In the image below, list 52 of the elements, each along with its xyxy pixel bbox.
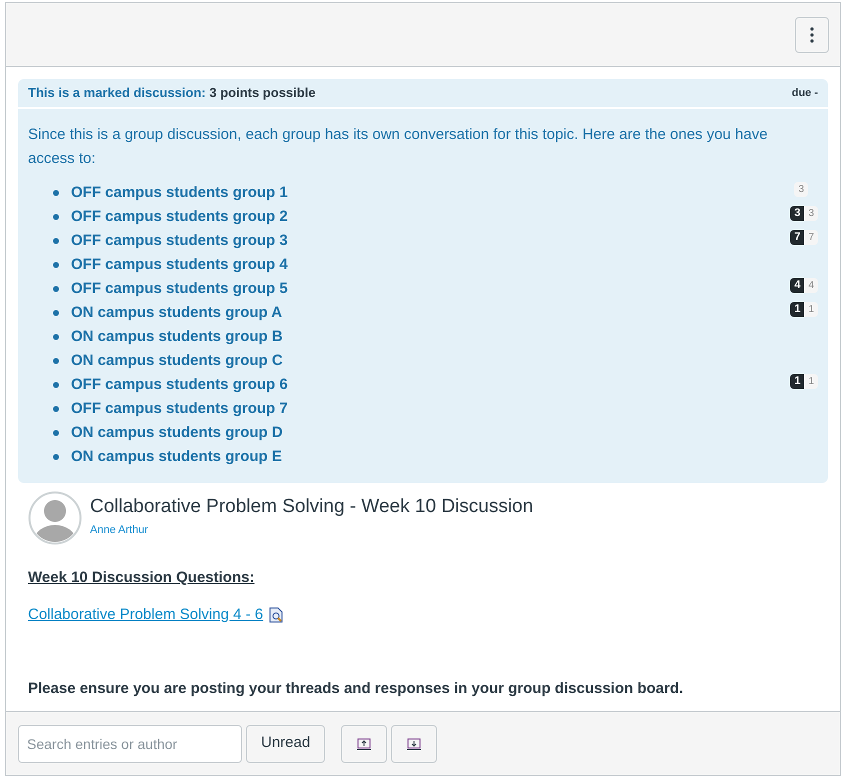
bullet-icon xyxy=(53,286,59,292)
total-count: 1 xyxy=(804,374,818,388)
marked-discussion-label: This is a marked discussion: 3 points possible xyxy=(28,84,316,102)
unread-count: 1 xyxy=(790,374,804,388)
arrow-up-icon xyxy=(357,738,372,750)
author-link[interactable]: Anne Arthur xyxy=(90,522,534,538)
bullet-icon xyxy=(53,238,59,244)
due-date: due - xyxy=(792,86,818,101)
unread-count: 4 xyxy=(790,278,804,292)
bullet-icon xyxy=(53,334,59,340)
collapse-button[interactable] xyxy=(341,724,388,762)
instruction-text: Please ensure you are posting your threads and responses in your group discussion board. xyxy=(28,679,684,699)
document-link[interactable]: Collaborative Problem Solving 4 - 6 xyxy=(28,604,264,626)
total-count: 3 xyxy=(794,182,808,196)
group-link[interactable]: OFF campus students group 5 xyxy=(71,278,288,300)
group-link[interactable]: ON campus students group B xyxy=(71,326,283,348)
bullet-icon xyxy=(53,190,59,196)
total-count: 3 xyxy=(804,206,818,220)
expand-button[interactable] xyxy=(391,724,438,762)
unread-count: 3 xyxy=(790,206,804,220)
bullet-icon xyxy=(53,214,59,220)
group-link[interactable]: OFF campus students group 7 xyxy=(71,398,288,420)
bullet-icon xyxy=(53,406,59,412)
group-link[interactable]: OFF campus students group 3 xyxy=(71,230,288,252)
arrow-down-icon xyxy=(407,738,422,750)
topic-title: Collaborative Problem Solving - Week 10 Discussion xyxy=(90,495,534,519)
intro-text: Since this is a group discussion, each group has its own conversation for this topic. Here are the ones you have access to: xyxy=(27,125,769,169)
bullet-icon xyxy=(53,430,59,436)
total-count: 7 xyxy=(804,230,818,244)
total-count: 1 xyxy=(804,302,818,316)
bullet-icon xyxy=(53,454,59,460)
group-link[interactable]: ON campus students group E xyxy=(71,446,282,468)
more-options-icon xyxy=(810,26,814,42)
document-preview-icon[interactable] xyxy=(269,606,284,623)
group-link[interactable]: ON campus students group C xyxy=(71,350,283,372)
bullet-icon xyxy=(53,262,59,268)
group-link[interactable]: OFF campus students group 6 xyxy=(71,374,288,396)
group-link[interactable]: OFF campus students group 2 xyxy=(71,206,288,228)
group-link[interactable]: ON campus students group D xyxy=(71,422,283,444)
search-field[interactable]: Search entries or author xyxy=(18,724,242,762)
group-link[interactable]: OFF campus students group 4 xyxy=(71,254,288,276)
bullet-icon xyxy=(53,310,59,316)
bullet-icon xyxy=(53,382,59,388)
group-link[interactable]: OFF campus students group 1 xyxy=(71,182,288,204)
total-count: 4 xyxy=(804,278,818,292)
avatar-icon xyxy=(28,491,82,545)
group-link[interactable]: ON campus students group A xyxy=(71,302,282,324)
bullet-icon xyxy=(53,358,59,364)
unread-count: 7 xyxy=(790,230,804,244)
unread-button[interactable]: Unread xyxy=(246,724,326,762)
questions-heading: Week 10 Discussion Questions: xyxy=(28,568,254,588)
unread-count: 1 xyxy=(790,302,804,316)
